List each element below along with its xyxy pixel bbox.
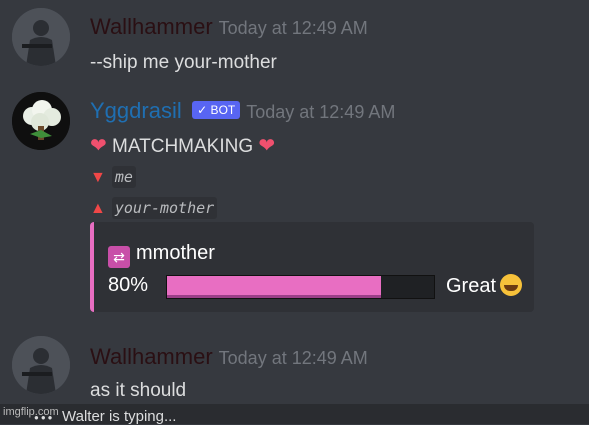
timestamp: Today at 12:49 AM [218,348,368,368]
rating: Great [446,274,523,298]
shuffle-icon: ⇄ [108,246,130,268]
heart-icon: ❤ [258,135,276,157]
message-text: --ship me your-mother [90,52,277,73]
percent-label: 80% [108,274,149,296]
triangle-up-icon: ▲ [90,200,106,217]
author-name[interactable]: Yggdrasil [90,98,182,123]
typing-indicator: Walter is typing... [62,408,177,425]
embed-title: ⇄ mmother [108,242,215,268]
avatar[interactable] [12,92,70,150]
grin-emoji-icon [500,274,523,296]
bot-tag: ✓ BOT [192,101,241,119]
matchmaking-title: ❤ MATCHMAKING ❤ [90,133,275,158]
progress-bar [166,275,435,299]
timestamp: Today at 12:49 AM [218,18,368,38]
up-label: your-mother [111,197,218,219]
rating-text: Great [446,275,497,297]
author-name[interactable]: Wallhammer [90,14,213,39]
tree-avatar-icon [12,92,70,150]
down-label: me [111,166,136,188]
soldier-avatar-icon [12,336,70,394]
soldier-avatar-icon [12,8,70,66]
title-text: MATCHMAKING [112,136,254,157]
avatar[interactable] [12,336,70,394]
heart-icon: ❤ [90,135,107,157]
author-name[interactable]: Wallhammer [90,344,213,369]
progress-fill [167,276,381,298]
typing-dots-icon: ●●● [34,413,55,422]
embed-title-text: mmother [136,242,215,264]
avatar[interactable] [12,8,70,66]
message-text: as it should [90,380,187,401]
up-row: ▲ your-mother [90,197,218,219]
down-row: ▼ me [90,166,136,188]
timestamp: Today at 12:49 AM [246,102,396,122]
embed: ⇄ mmother 80% Great [90,222,534,312]
triangle-down-icon: ▼ [90,169,106,186]
